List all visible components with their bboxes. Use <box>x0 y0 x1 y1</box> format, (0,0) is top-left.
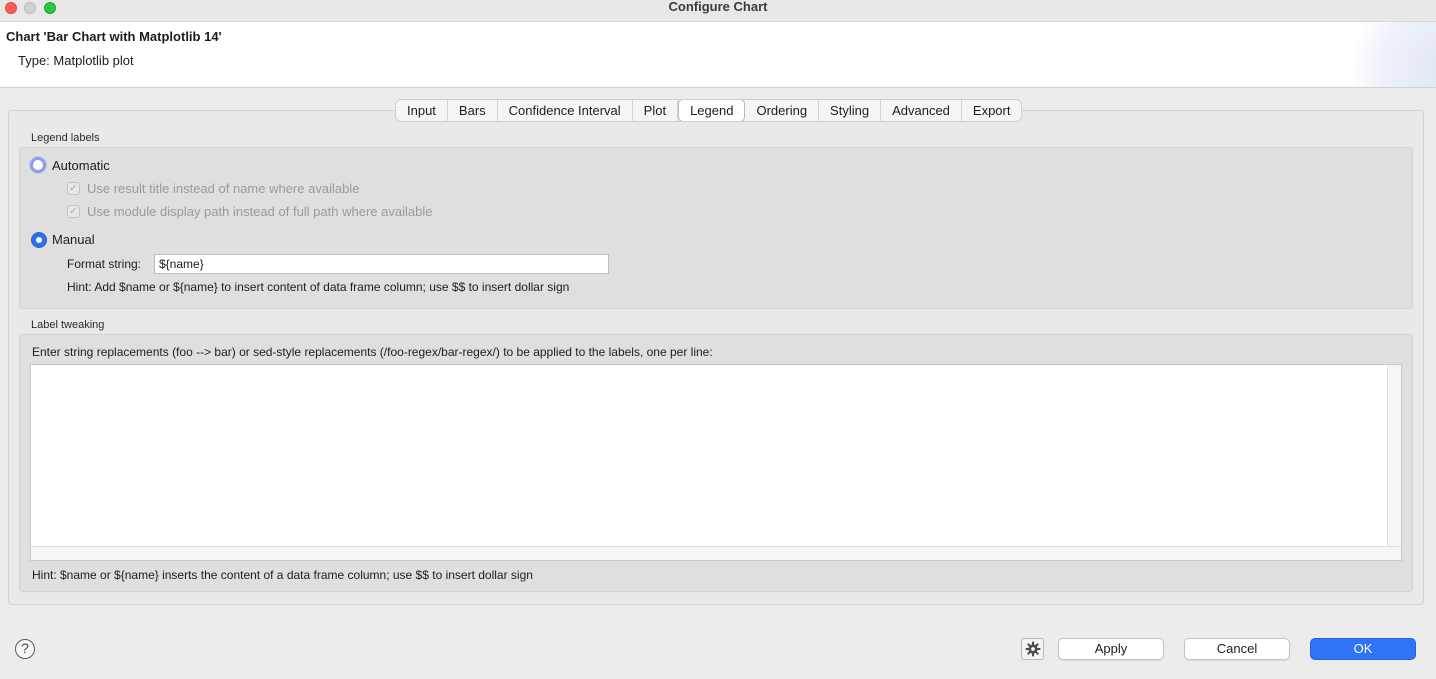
tab-export[interactable]: Export <box>962 100 1022 121</box>
cancel-button[interactable]: Cancel <box>1184 638 1290 660</box>
legend-labels-group-title: Legend labels <box>31 132 100 144</box>
tab-plot[interactable]: Plot <box>633 100 679 121</box>
ok-button[interactable]: OK <box>1310 638 1416 660</box>
tab-advanced[interactable]: Advanced <box>881 100 962 121</box>
manual-radio[interactable] <box>31 232 47 248</box>
question-circle-icon: ? <box>21 640 29 656</box>
use-result-title-checkbox[interactable]: ✓ <box>67 182 80 195</box>
label-tweaking-hint: Hint: $name or ${name} inserts the conte… <box>32 568 533 582</box>
format-string-label: Format string: <box>67 257 142 271</box>
tab-bar: Input Bars Confidence Interval Plot Lege… <box>395 99 1023 122</box>
window-titlebar: Configure Chart <box>0 0 1436 22</box>
window-title: Configure Chart <box>668 0 768 14</box>
use-result-title-label: Use result title instead of name where a… <box>87 181 360 196</box>
header-decoration <box>1336 22 1436 87</box>
use-display-path-checkbox[interactable]: ✓ <box>67 205 80 218</box>
format-string-hint: Hint: Add $name or ${name} to insert con… <box>67 280 570 294</box>
tab-bars[interactable]: Bars <box>448 100 498 121</box>
chart-name: Chart 'Bar Chart with Matplotlib 14' <box>6 29 222 44</box>
label-replacements-textarea[interactable] <box>30 364 1402 561</box>
tab-confidence-interval[interactable]: Confidence Interval <box>498 100 633 121</box>
manual-radio-label[interactable]: Manual <box>52 232 95 247</box>
gear-icon <box>1025 641 1040 657</box>
chart-type: Type: Matplotlib plot <box>18 53 134 68</box>
settings-button[interactable] <box>1021 638 1044 660</box>
use-display-path-label: Use module display path instead of full … <box>87 204 433 219</box>
label-tweaking-instructions: Enter string replacements (foo --> bar) … <box>32 345 713 359</box>
label-tweaking-group-title: Label tweaking <box>31 319 105 331</box>
help-button[interactable]: ? <box>15 639 35 659</box>
checkmark-icon: ✓ <box>69 183 78 194</box>
tab-ordering[interactable]: Ordering <box>745 100 820 121</box>
tab-legend[interactable]: Legend <box>678 100 746 121</box>
horizontal-scrollbar[interactable] <box>31 546 1401 560</box>
format-string-input[interactable] <box>154 254 609 274</box>
tab-styling[interactable]: Styling <box>819 100 882 121</box>
apply-button[interactable]: Apply <box>1058 638 1164 660</box>
tab-input[interactable]: Input <box>396 100 448 121</box>
checkmark-icon: ✓ <box>69 206 78 217</box>
automatic-radio-label[interactable]: Automatic <box>52 158 110 173</box>
dialog-header: Chart 'Bar Chart with Matplotlib 14' Typ… <box>0 22 1436 88</box>
vertical-scrollbar[interactable] <box>1387 365 1401 546</box>
automatic-radio[interactable] <box>30 157 46 173</box>
